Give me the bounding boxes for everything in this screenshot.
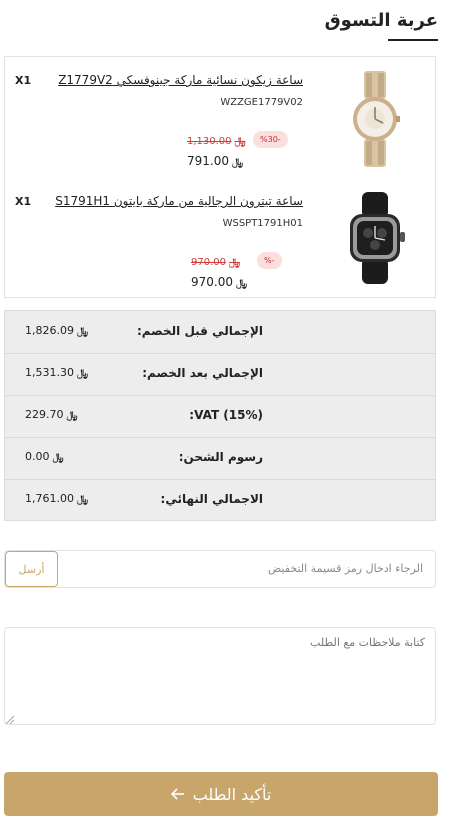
black-mens-watch-image[interactable] (327, 186, 423, 290)
item-quantity: X1 (15, 74, 32, 87)
totals-label: الاجمالي النهائي: (160, 492, 263, 506)
grand-total-row: الاجمالي النهائي: ﷼1,761.00 (5, 479, 435, 521)
totals-label: رسوم الشحن: (178, 450, 263, 464)
item-price: ﷼970.00 (191, 275, 248, 289)
old-price: ﷼970.00 (191, 257, 241, 268)
item-name-link[interactable]: ساعة تيترون الرجالية من ماركة بايتون S17… (55, 194, 303, 208)
totals-value: ﷼0.00 (25, 450, 64, 463)
arrow-left-icon (170, 788, 184, 800)
page-title: عربة التسوق (324, 10, 438, 31)
title-underline (388, 39, 438, 41)
old-price: ﷼1,130.00 (187, 136, 246, 147)
cart-item: ساعة تيترون الرجالية من ماركة بايتون S17… (5, 182, 435, 302)
confirm-order-label: تأكيد الطلب (192, 784, 272, 804)
coupon-submit-button[interactable]: أرسل (5, 551, 58, 587)
item-price: ﷼791.00 (187, 154, 244, 168)
cart-items-box: ساعة زيكون نسائية ماركة جينوفسكي Z1779V2… (4, 56, 436, 298)
rose-gold-womens-watch-image[interactable] (327, 67, 423, 171)
item-sku: WZZGE1779V02 (220, 97, 303, 108)
item-sku: WSSPT1791H01 (222, 218, 303, 229)
item-quantity: X1 (15, 195, 32, 208)
order-notes-textarea[interactable] (4, 627, 436, 725)
discount-badge: %30- (253, 131, 288, 148)
resize-grip-icon[interactable] (6, 716, 14, 724)
totals-label: الإجمالي بعد الخصم: (142, 366, 263, 380)
confirm-order-button[interactable]: تأكيد الطلب (4, 772, 438, 816)
vat-row: VAT (15%): ﷼229.70 (5, 395, 435, 438)
totals-label: الإجمالي قبل الخصم: (136, 324, 263, 338)
totals-label: VAT (15%): (189, 408, 263, 422)
coupon-code-input[interactable] (81, 561, 425, 576)
subtotal-before-discount-row: الإجمالي قبل الخصم: ﷼1,826.09 (5, 311, 435, 354)
coupon-form: أرسل (4, 550, 436, 588)
totals-value: ﷼229.70 (25, 408, 78, 421)
item-name-link[interactable]: ساعة زيكون نسائية ماركة جينوفسكي Z1779V2 (58, 73, 303, 87)
totals-value: ﷼1,531.30 (25, 366, 89, 379)
totals-value: ﷼1,826.09 (25, 324, 89, 337)
shipping-fee-row: رسوم الشحن: ﷼0.00 (5, 437, 435, 480)
subtotal-after-discount-row: الإجمالي بعد الخصم: ﷼1,531.30 (5, 353, 435, 396)
cart-item: ساعة زيكون نسائية ماركة جينوفسكي Z1779V2… (5, 61, 435, 181)
discount-badge: %- (257, 252, 282, 269)
totals-value: ﷼1,761.00 (25, 492, 89, 505)
totals-panel: الإجمالي قبل الخصم: ﷼1,826.09 الإجمالي ب… (4, 310, 436, 521)
